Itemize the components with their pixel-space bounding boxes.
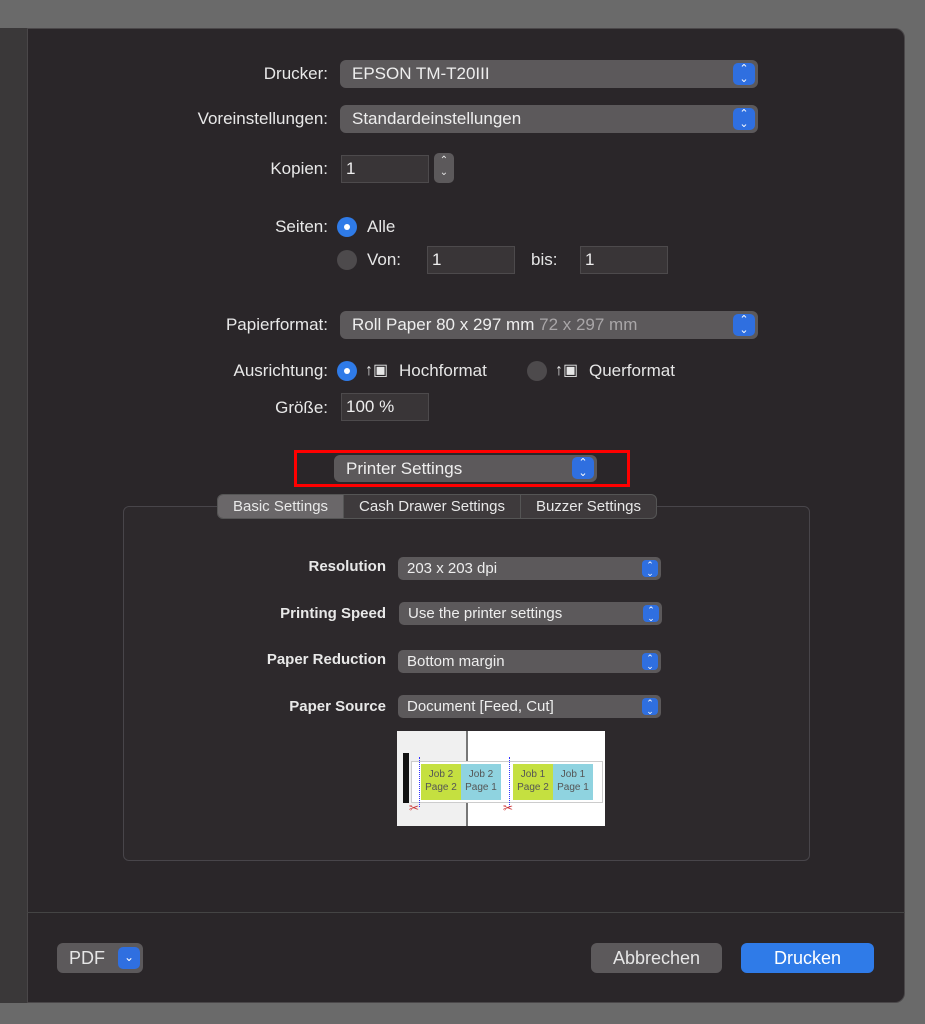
section-select[interactable]: Printer Settings ⌃ ⌄ [334,455,597,482]
pages-label: Seiten: [275,217,328,236]
settings-tabs: Basic Settings Cash Drawer Settings Buzz… [217,494,658,519]
pages-all-label: Alle [367,217,396,236]
chevron-updown-icon: ⌃ ⌄ [642,698,658,716]
chevron-updown-icon: ⌃ ⌄ [642,560,658,578]
print-button[interactable]: Drucken [741,943,874,973]
portrait-radio[interactable] [337,361,357,381]
printing-speed-value: Use the printer settings [408,605,563,622]
chevron-down-icon: ⌄ [118,947,140,969]
cancel-button[interactable]: Abbrechen [591,943,722,973]
printing-speed-label: Printing Speed [280,605,386,622]
pages-to-label: bis: [531,250,558,269]
scissors-icon: ✂ [409,801,420,815]
copies-stepper[interactable]: ⌃ ⌄ [434,153,454,183]
pages-to-input[interactable]: 1 [580,246,668,274]
chevron-updown-icon: ⌃ ⌄ [733,63,755,85]
background-window [0,28,27,1003]
scale-label: Größe: [275,398,328,417]
paper-reduction-value: Bottom margin [407,653,505,670]
landscape-radio[interactable] [527,361,547,381]
resolution-label: Resolution [308,558,387,575]
presets-select[interactable]: Standardeinstellungen ⌃ ⌄ [340,105,758,133]
scissors-icon: ✂ [503,801,514,815]
resolution-select[interactable]: 203 x 203 dpi ⌃ ⌄ [398,557,661,580]
pages-from-input[interactable]: 1 [427,246,515,274]
resolution-value: 203 x 203 dpi [407,560,498,577]
paper-reduction-select[interactable]: Bottom margin ⌃ ⌄ [398,650,661,673]
copies-input[interactable]: 1 [341,155,429,183]
copies-label: Kopien: [270,159,328,178]
landscape-icon: ↑▣ [555,362,579,379]
footer-divider [27,912,905,913]
job-block: Job 1 Page 2 [513,764,553,800]
cut-line [509,757,510,807]
printing-speed-select[interactable]: Use the printer settings ⌃ ⌄ [399,602,662,625]
portrait-label: Hochformat [399,361,487,380]
pages-from-label: Von: [367,250,402,269]
chevron-updown-icon: ⌃ ⌄ [733,108,755,130]
presets-label: Voreinstellungen: [197,109,328,128]
scale-input[interactable]: 100 % [341,393,429,421]
job-block: Job 2 Page 1 [461,764,501,800]
portrait-icon: ↑▣ [365,362,389,379]
cut-line [419,757,420,807]
paper-select[interactable]: Roll Paper 80 x 297 mm 72 x 297 mm ⌃ ⌄ [340,311,758,339]
pages-range-radio[interactable] [337,250,357,270]
job-block: Job 2 Page 2 [421,764,461,800]
tab-buzzer-settings[interactable]: Buzzer Settings [521,495,656,518]
chevron-updown-icon: ⌃ ⌄ [733,314,755,336]
paper-label: Papierformat: [225,315,328,334]
paper-source-preview: Job 2 Page 2 Job 2 Page 1 Job 1 Page 2 Job … [397,731,605,826]
printer-label: Drucker: [263,64,328,83]
paper-source-select[interactable]: Document [Feed, Cut] ⌃ ⌄ [398,695,661,718]
chevron-updown-icon: ⌃ ⌄ [572,457,594,479]
landscape-label: Querformat [589,361,675,380]
printer-select[interactable]: EPSON TM-T20III ⌃ ⌄ [340,60,758,88]
printer-value: EPSON TM-T20III [352,64,490,83]
paper-source-label: Paper Source [289,698,386,715]
paper-reduction-label: Paper Reduction [266,651,386,668]
paper-slot [403,753,409,803]
paper-value: Roll Paper 80 x 297 mm [352,315,535,334]
tab-basic-settings[interactable]: Basic Settings [218,495,345,518]
pdf-label: PDF [69,948,105,968]
chevron-updown-icon: ⌃ ⌄ [642,653,658,671]
pdf-button[interactable]: PDF ⌄ [57,943,143,973]
paper-source-value: Document [Feed, Cut] [407,698,554,715]
chevron-updown-icon: ⌃ ⌄ [643,605,659,623]
paper-dimension: 72 x 297 mm [539,315,638,334]
presets-value: Standardeinstellungen [352,109,522,128]
section-value: Printer Settings [346,459,463,478]
orientation-label: Ausrichtung: [233,361,329,380]
job-block: Job 1 Page 1 [553,764,593,800]
pages-all-radio[interactable] [337,217,357,237]
tab-cash-drawer-settings[interactable]: Cash Drawer Settings [344,495,521,518]
